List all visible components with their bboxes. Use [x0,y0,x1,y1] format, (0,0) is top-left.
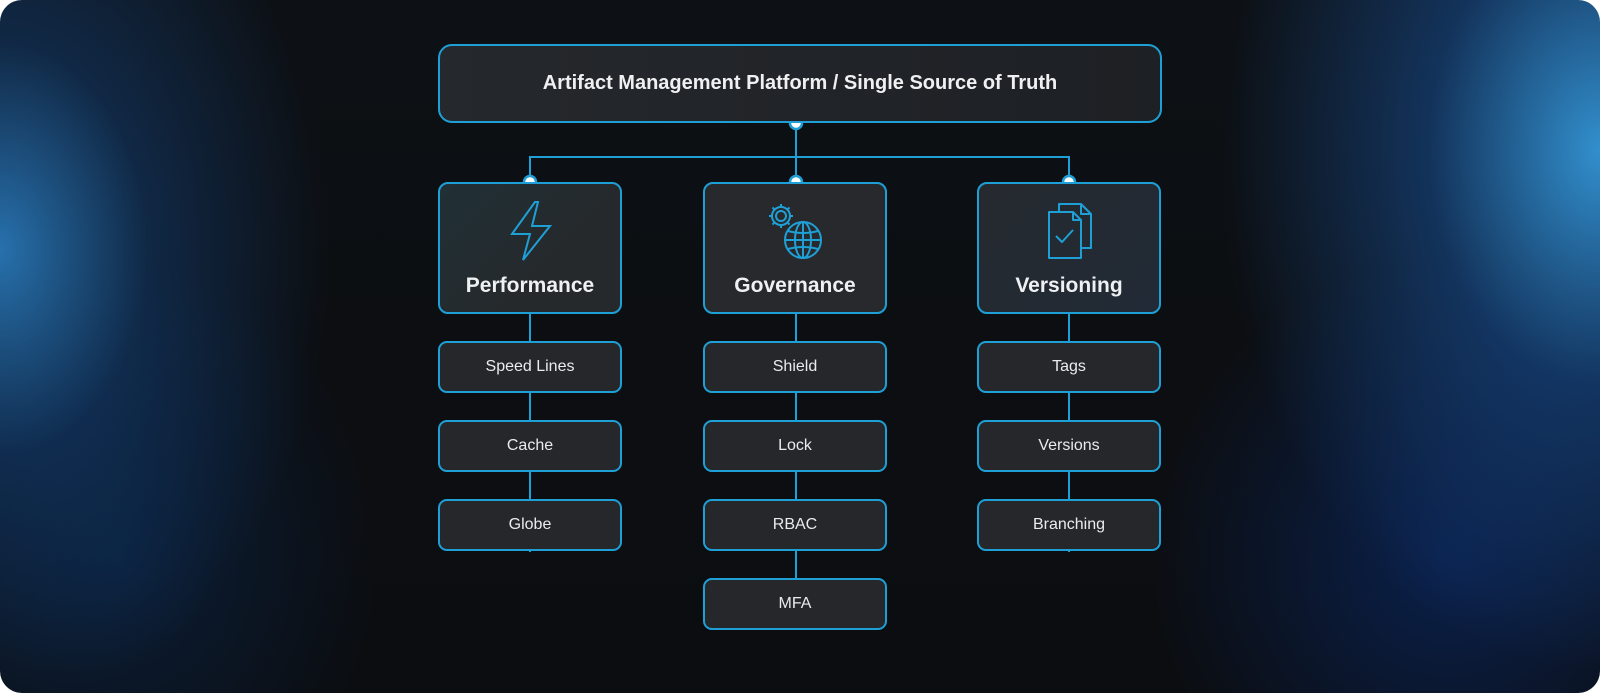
category-versioning-label: Versioning [1015,274,1123,297]
item-versions: Versions [977,420,1161,472]
item-lock: Lock [703,420,887,472]
item-tags: Tags [977,341,1161,393]
item-shield: Shield [703,341,887,393]
item-cache: Cache [438,420,622,472]
item-label: Tags [1052,358,1086,375]
item-label: Versions [1038,437,1100,454]
item-label: Lock [778,437,812,454]
item-label: Globe [508,516,552,533]
documents-check-icon [1048,203,1092,259]
category-performance-label: Performance [465,274,595,297]
item-label: Speed Lines [485,358,575,375]
item-label: Cache [506,437,554,454]
gear-globe-icon [769,204,822,259]
item-label: RBAC [772,516,818,533]
item-globe: Globe [438,499,622,551]
item-label: Shield [772,358,818,375]
lightning-bolt-icon [510,201,553,261]
item-label: Branching [1032,516,1106,533]
item-mfa: MFA [703,578,887,630]
category-governance: Governance [703,182,887,314]
category-versioning: Versioning [977,182,1161,314]
item-rbac: RBAC [703,499,887,551]
root-title: Artifact Management Platform / Single So… [542,72,1058,94]
item-speed-lines: Speed Lines [438,341,622,393]
root-node: Artifact Management Platform / Single So… [438,44,1162,123]
item-branching: Branching [977,499,1161,551]
diagram-canvas: Artifact Management Platform / Single So… [0,0,1600,693]
item-label: MFA [778,595,812,612]
category-governance-label: Governance [734,274,856,297]
category-performance: Performance [438,182,622,314]
